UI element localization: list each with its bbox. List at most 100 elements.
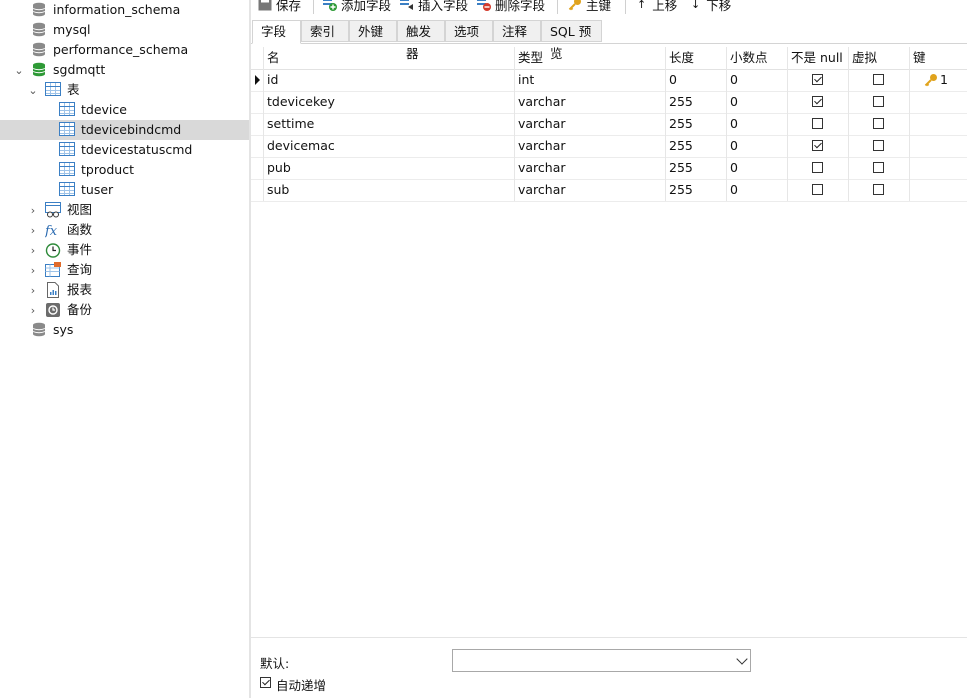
cell-length[interactable]: 255	[666, 179, 727, 201]
cell-name[interactable]: id	[264, 69, 515, 91]
cell-name[interactable]: settime	[264, 113, 515, 135]
tab-fields[interactable]: 字段	[252, 20, 301, 44]
tab-sql-preview[interactable]: SQL 预览	[541, 20, 602, 61]
insert-field-button[interactable]: 插入字段	[400, 0, 468, 14]
cell-length[interactable]: 0	[666, 69, 727, 91]
tree-item-tables[interactable]: ⌄ 表	[0, 80, 249, 100]
tree-item-tuser[interactable]: tuser	[0, 180, 249, 200]
chevron-down-icon[interactable]: ⌄	[28, 80, 38, 100]
tree-item-backups[interactable]: › 备份	[0, 300, 249, 320]
chevron-right-icon[interactable]: ›	[28, 220, 38, 240]
header-key[interactable]: 键	[910, 47, 967, 69]
tree-item-sgdmqtt[interactable]: ⌄ sgdmqtt	[0, 60, 249, 80]
not-null-checkbox[interactable]	[812, 184, 823, 195]
header-length[interactable]: 长度	[666, 47, 727, 69]
tree-item-events[interactable]: › 事件	[0, 240, 249, 260]
not-null-checkbox[interactable]	[812, 162, 823, 173]
virtual-checkbox[interactable]	[873, 118, 884, 129]
header-virtual[interactable]: 虚拟	[849, 47, 910, 69]
cell-decimals[interactable]: 0	[727, 157, 788, 179]
auto-increment-checkbox[interactable]	[260, 677, 271, 688]
virtual-checkbox[interactable]	[873, 162, 884, 173]
chevron-right-icon[interactable]: ›	[28, 240, 38, 260]
tab-options[interactable]: 选项	[445, 20, 493, 42]
tab-comments[interactable]: 注释	[493, 20, 541, 42]
cell-type[interactable]: varchar	[515, 157, 666, 179]
virtual-checkbox[interactable]	[873, 74, 884, 85]
cell-type[interactable]: varchar	[515, 113, 666, 135]
primary-key-button[interactable]: 主键	[568, 0, 611, 14]
cell-type[interactable]: varchar	[515, 91, 666, 113]
cell-decimals[interactable]: 0	[727, 179, 788, 201]
table-row[interactable]: sub varchar 255 0	[251, 179, 967, 202]
table-row[interactable]: devicemac varchar 255 0	[251, 135, 967, 158]
cell-name[interactable]: pub	[264, 157, 515, 179]
tree-item-mysql[interactable]: mysql	[0, 20, 249, 40]
primary-key-icon	[924, 74, 937, 87]
chevron-right-icon[interactable]: ›	[28, 200, 38, 220]
cell-name[interactable]: devicemac	[264, 135, 515, 157]
save-button[interactable]: 保存	[258, 0, 301, 14]
cell-type[interactable]: varchar	[515, 135, 666, 157]
chevron-down-icon[interactable]: ⌄	[14, 60, 24, 80]
tree-item-information-schema[interactable]: information_schema	[0, 0, 249, 20]
row-indicator[interactable]	[251, 135, 264, 157]
tab-foreign-keys[interactable]: 外键	[349, 20, 397, 42]
row-indicator[interactable]	[251, 179, 264, 201]
not-null-checkbox[interactable]	[812, 118, 823, 129]
not-null-checkbox[interactable]	[812, 74, 823, 85]
virtual-checkbox[interactable]	[873, 184, 884, 195]
tree-item-performance-schema[interactable]: performance_schema	[0, 40, 249, 60]
tab-triggers[interactable]: 触发器	[397, 20, 445, 61]
cell-name[interactable]: tdevicekey	[264, 91, 515, 113]
cell-decimals[interactable]: 0	[727, 69, 788, 91]
default-value-select[interactable]	[452, 649, 751, 672]
row-indicator[interactable]	[251, 157, 264, 179]
header-decimals[interactable]: 小数点	[727, 47, 788, 69]
table-row[interactable]: id int 0 0 1	[251, 69, 967, 92]
header-not-null[interactable]: 不是 null	[788, 47, 849, 69]
tree-item-functions[interactable]: › fx 函数	[0, 220, 249, 240]
database-open-icon	[32, 62, 48, 78]
tree-item-queries[interactable]: › 查询	[0, 260, 249, 280]
tree-item-reports[interactable]: › 报表	[0, 280, 249, 300]
header-type[interactable]: 类型	[515, 47, 666, 69]
tab-indexes[interactable]: 索引	[301, 20, 349, 42]
tree-item-tdevice[interactable]: tdevice	[0, 100, 249, 120]
cell-decimals[interactable]: 0	[727, 135, 788, 157]
move-up-button[interactable]: ↑ 上移	[637, 0, 677, 14]
delete-field-button[interactable]: 删除字段	[477, 0, 545, 14]
table-row[interactable]: pub varchar 255 0	[251, 157, 967, 180]
move-down-button[interactable]: ↓ 下移	[691, 0, 731, 14]
add-field-button[interactable]: 添加字段	[323, 0, 391, 14]
row-indicator[interactable]	[251, 113, 264, 135]
virtual-checkbox[interactable]	[873, 96, 884, 107]
default-label: 默认:	[260, 656, 290, 671]
chevron-right-icon[interactable]: ›	[28, 280, 38, 300]
table-row[interactable]: tdevicekey varchar 255 0	[251, 91, 967, 114]
cell-decimals[interactable]: 0	[727, 91, 788, 113]
cell-type[interactable]: varchar	[515, 179, 666, 201]
tree-item-tproduct[interactable]: tproduct	[0, 160, 249, 180]
table-row[interactable]: settime varchar 255 0	[251, 113, 967, 136]
cell-length[interactable]: 255	[666, 113, 727, 135]
cell-not-null	[788, 157, 849, 179]
tree-item-tdevicestatuscmd[interactable]: tdevicestatuscmd	[0, 140, 249, 160]
chevron-right-icon[interactable]: ›	[28, 300, 38, 320]
tree-item-sys[interactable]: sys	[0, 320, 249, 340]
cell-length[interactable]: 255	[666, 157, 727, 179]
cell-name[interactable]: sub	[264, 179, 515, 201]
not-null-checkbox[interactable]	[812, 140, 823, 151]
cell-length[interactable]: 255	[666, 135, 727, 157]
tree-item-views[interactable]: › 视图	[0, 200, 249, 220]
row-indicator[interactable]	[251, 91, 264, 113]
not-null-checkbox[interactable]	[812, 96, 823, 107]
chevron-right-icon[interactable]: ›	[28, 260, 38, 280]
cell-length[interactable]: 255	[666, 91, 727, 113]
virtual-checkbox[interactable]	[873, 140, 884, 151]
cell-type[interactable]: int	[515, 69, 666, 91]
row-indicator[interactable]	[251, 69, 264, 91]
header-name[interactable]: 名	[264, 47, 515, 69]
tree-item-tdevicebindcmd[interactable]: tdevicebindcmd	[0, 120, 249, 140]
cell-decimals[interactable]: 0	[727, 113, 788, 135]
